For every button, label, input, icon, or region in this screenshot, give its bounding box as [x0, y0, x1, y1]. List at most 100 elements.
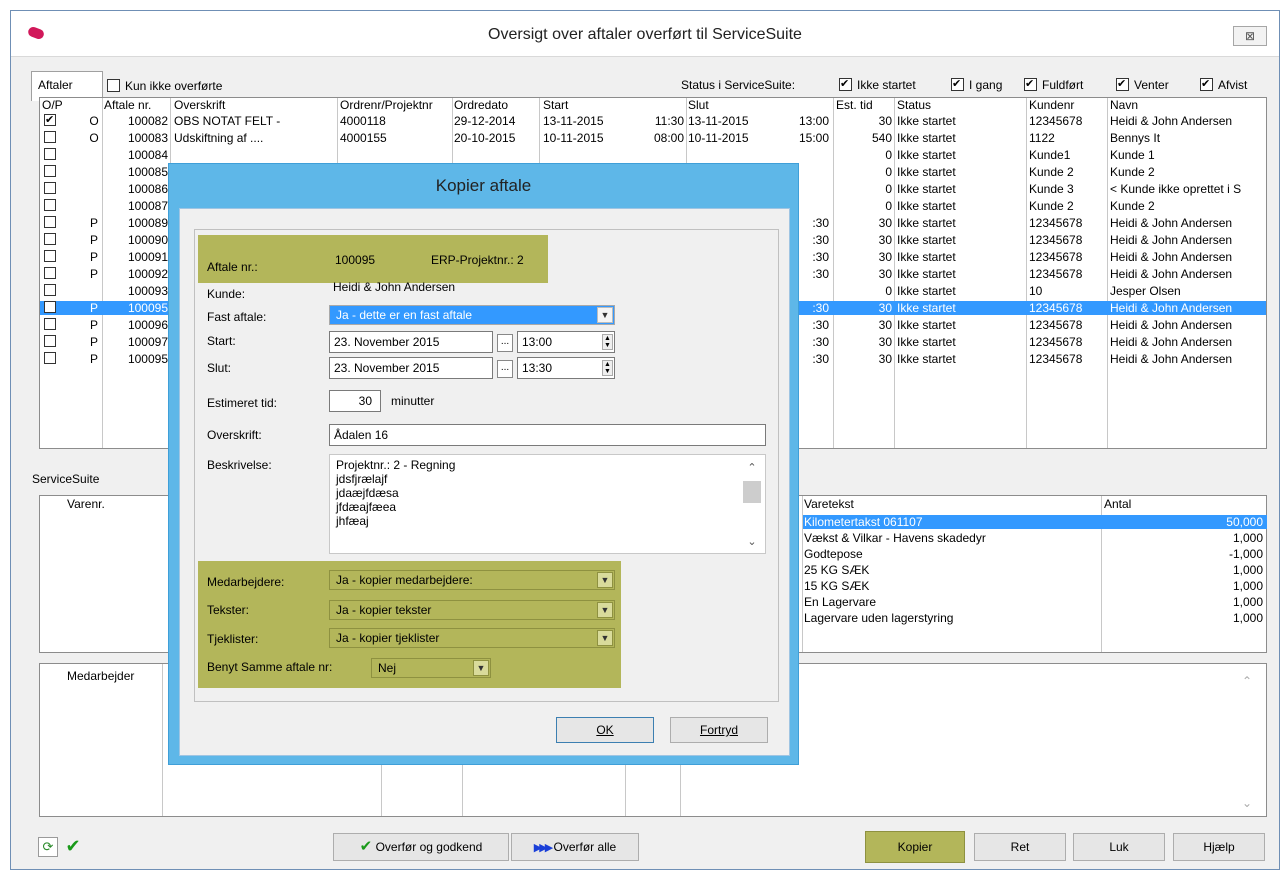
- tekster-value: Ja - kopier tekster: [336, 603, 432, 617]
- list-item[interactable]: Godtepose -1,000: [803, 547, 1267, 561]
- overfor-og-godkend-label: Overfør og godkend: [375, 840, 483, 854]
- kundenr-cell: Kunde1: [1029, 148, 1071, 162]
- est-tid-cell: 30: [878, 335, 892, 349]
- row-checkbox[interactable]: [44, 301, 56, 313]
- refresh-icon[interactable]: ⟳: [38, 837, 58, 857]
- list-item[interactable]: 15 KG SÆK 1,000: [803, 579, 1267, 593]
- tjeklister-dropdown[interactable]: Ja - kopier tjeklister ▼: [329, 628, 615, 648]
- fast-aftale-label: Fast aftale:: [207, 310, 267, 324]
- scroll-up-icon[interactable]: ⌃: [743, 461, 761, 475]
- overfor-alle-button[interactable]: ▶▶▶ Overfør alle: [511, 833, 639, 861]
- column-header[interactable]: Slut: [688, 98, 709, 112]
- ikke-startet-checkbox[interactable]: [839, 78, 852, 91]
- slut-date-field[interactable]: 23. November 2015: [329, 357, 493, 379]
- fuldfort-checkbox[interactable]: [1024, 78, 1037, 91]
- column-header[interactable]: Status: [897, 98, 931, 112]
- dialog-title: Kopier aftale: [435, 176, 532, 195]
- row-checkbox[interactable]: [44, 250, 56, 262]
- row-checkbox[interactable]: [44, 318, 56, 330]
- venter-checkbox[interactable]: [1116, 78, 1129, 91]
- kundenr-cell: 1122: [1029, 131, 1055, 145]
- kun-ikke-overforte-checkbox[interactable]: [107, 79, 120, 92]
- start-time-field[interactable]: 13:00 ▲ ▼: [517, 331, 615, 353]
- slut-time-field[interactable]: 13:30 ▲ ▼: [517, 357, 615, 379]
- row-checkbox[interactable]: [44, 182, 56, 194]
- status-cell: Ikke startet: [897, 352, 956, 366]
- fuldfort-label: Fuldført: [1042, 78, 1084, 92]
- row-checkbox[interactable]: [44, 284, 56, 296]
- kundenr-cell: 12345678: [1029, 267, 1083, 281]
- column-header[interactable]: Navn: [1110, 98, 1138, 112]
- overskrift-field[interactable]: Ådalen 16: [329, 424, 766, 446]
- aftale-nr-cell: 100090: [127, 233, 168, 247]
- row-checkbox[interactable]: [44, 199, 56, 211]
- row-checkbox[interactable]: [44, 233, 56, 245]
- list-item[interactable]: 25 KG SÆK 1,000: [803, 563, 1267, 577]
- fast-forward-icon: ▶▶▶: [533, 842, 553, 854]
- column-header[interactable]: Ordrenr/Projektnr: [340, 98, 433, 112]
- column-header[interactable]: Start: [543, 98, 568, 112]
- start-date-cell: 10-11-2015: [543, 131, 604, 145]
- scrollbar-thumb[interactable]: [743, 481, 761, 503]
- spinner-icon[interactable]: ▲ ▼: [602, 360, 613, 376]
- row-checkbox[interactable]: [44, 165, 56, 177]
- row-checkbox[interactable]: [44, 148, 56, 160]
- row-checkbox[interactable]: [44, 114, 56, 126]
- scroll-up-icon[interactable]: ⌃: [1242, 674, 1252, 688]
- ordrenr-cell: 4000118: [340, 114, 386, 128]
- row-checkbox[interactable]: [44, 352, 56, 364]
- column-header[interactable]: Overskrift: [174, 98, 225, 112]
- overfor-og-godkend-button[interactable]: ✔ Overfør og godkend: [333, 833, 509, 861]
- antal-cell: 50,000: [1226, 515, 1263, 529]
- beskrivelse-scrollbar[interactable]: ⌃ ⌄: [743, 461, 761, 548]
- luk-button[interactable]: Luk: [1073, 833, 1165, 861]
- list-item[interactable]: Vækst & Vilkar - Havens skadedyr 1,000: [803, 531, 1267, 545]
- medarbejdere-dropdown[interactable]: Ja - kopier medarbejdere: ▼: [329, 570, 615, 590]
- estimeret-tid-field[interactable]: 30: [329, 390, 381, 412]
- column-header[interactable]: Aftale nr.: [104, 98, 151, 112]
- table-row[interactable]: O 100083 Udskiftning af .... 4000155 20-10-2…: [40, 131, 1266, 145]
- beskrivelse-line: Projektnr.: 2 - Regning: [336, 458, 456, 472]
- start-date-picker-button[interactable]: ...: [497, 334, 513, 352]
- ret-button[interactable]: Ret: [974, 833, 1066, 861]
- samme-aftale-nr-dropdown[interactable]: Nej ▼: [371, 658, 491, 678]
- ok-button[interactable]: OK: [556, 717, 654, 743]
- slut-date-cell: 13-11-2015: [688, 114, 749, 128]
- spinner-icon[interactable]: ▲ ▼: [602, 334, 613, 350]
- beskrivelse-textarea[interactable]: Projektnr.: 2 - Regning jdsfjrælajf jdaæjf…: [329, 454, 766, 554]
- window-title: Oversigt over aftaler overført til Servi…: [488, 26, 802, 43]
- slut-date-picker-button[interactable]: ...: [497, 360, 513, 378]
- scroll-down-icon[interactable]: ⌄: [1242, 796, 1252, 810]
- list-item[interactable]: En Lagervare 1,000: [803, 595, 1267, 609]
- kun-ikke-overforte-label: Kun ikke overførte: [125, 79, 223, 93]
- slut-label: Slut:: [207, 361, 232, 375]
- list-item[interactable]: Lagervare uden lagerstyring 1,000: [803, 611, 1267, 625]
- status-filter-label: Status i ServiceSuite:: [681, 78, 796, 92]
- list-item[interactable]: Kilometertakst 061107 50,000: [803, 515, 1267, 529]
- table-row[interactable]: O 100082 OBS NOTAT FELT - 4000118 29-12-2014…: [40, 114, 1266, 128]
- close-button[interactable]: ⊠: [1233, 26, 1267, 46]
- hjaelp-button[interactable]: Hjælp: [1173, 833, 1265, 861]
- row-checkbox[interactable]: [44, 267, 56, 279]
- tekster-dropdown[interactable]: Ja - kopier tekster ▼: [329, 600, 615, 620]
- column-header[interactable]: Kundenr: [1029, 98, 1074, 112]
- kopier-button[interactable]: Kopier: [865, 831, 965, 863]
- row-checkbox[interactable]: [44, 335, 56, 347]
- row-checkbox[interactable]: [44, 216, 56, 228]
- row-checkbox[interactable]: [44, 131, 56, 143]
- fortryd-button[interactable]: Fortryd: [670, 717, 768, 743]
- approve-check-icon[interactable]: ✔: [63, 837, 83, 857]
- column-header[interactable]: O/P: [42, 98, 63, 112]
- column-header[interactable]: Ordredato: [454, 98, 508, 112]
- table-row[interactable]: 100084 0 Ikke startet Kunde1 Kunde 1: [40, 148, 1266, 162]
- aftale-nr-cell: 100095: [127, 352, 168, 366]
- navn-cell: Jesper Olsen: [1110, 284, 1181, 298]
- fast-aftale-dropdown[interactable]: Ja - dette er en fast aftale ▼: [329, 305, 615, 325]
- i-gang-checkbox[interactable]: [951, 78, 964, 91]
- start-date-field[interactable]: 23. November 2015: [329, 331, 493, 353]
- navn-cell: Heidi & John Andersen: [1110, 335, 1233, 349]
- afvist-checkbox[interactable]: [1200, 78, 1213, 91]
- scroll-down-icon[interactable]: ⌄: [743, 535, 761, 549]
- varetekst-cell: Kilometertakst 061107: [804, 515, 923, 529]
- column-header[interactable]: Est. tid: [836, 98, 873, 112]
